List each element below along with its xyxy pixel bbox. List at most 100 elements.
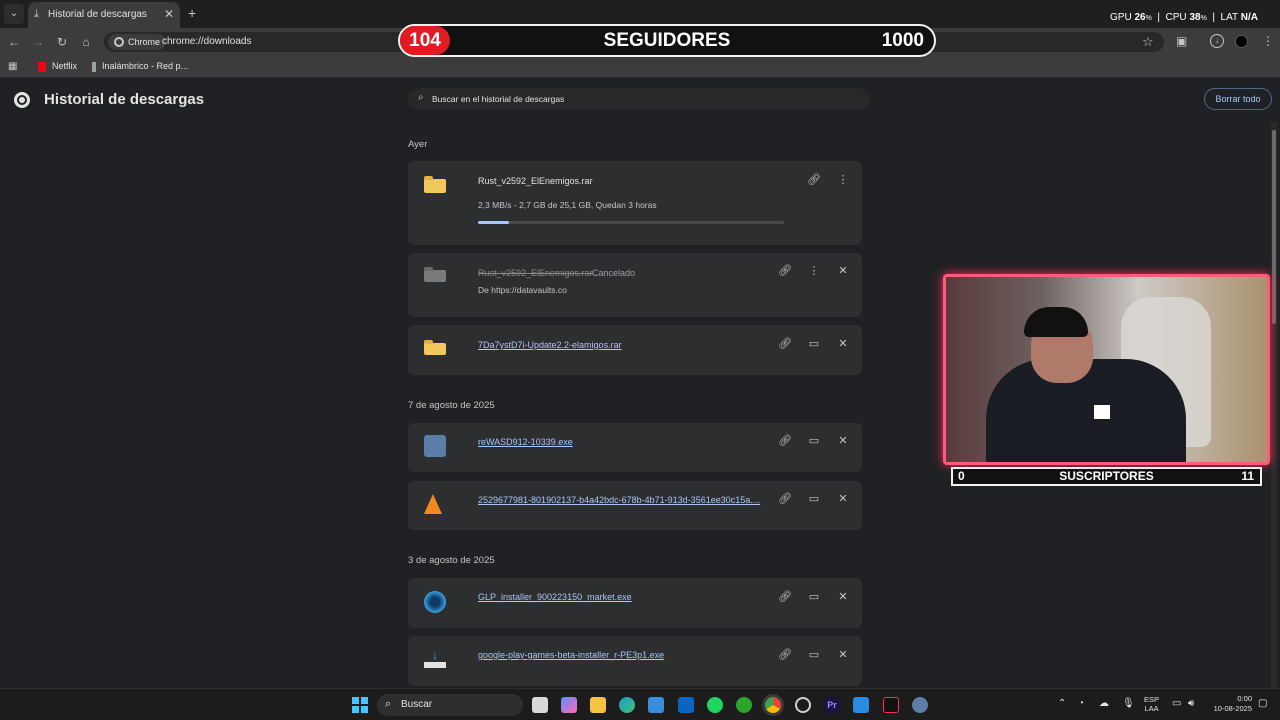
bookmark-netflix[interactable]: Netflix	[38, 61, 77, 72]
show-in-folder-icon[interactable]: ▭	[807, 337, 821, 351]
premiere-icon[interactable]: Pr	[824, 697, 840, 713]
download-progress-fill	[478, 221, 509, 224]
show-in-folder-icon[interactable]: ▭	[807, 492, 821, 506]
taskbar-search-label: Buscar	[401, 699, 433, 710]
search-icon: ⌕	[385, 698, 392, 710]
tray-app-icon[interactable]: ◔	[1078, 698, 1084, 709]
page-scrollbar-thumb[interactable]	[1272, 130, 1276, 324]
download-file-name[interactable]: Rust_v2592_ElEnemigos.rar	[478, 176, 593, 186]
chrome-taskbar-icon[interactable]	[765, 697, 781, 713]
tab-close-icon[interactable]: ✕	[164, 7, 174, 21]
url-text[interactable]: chrome://downloads	[162, 36, 252, 47]
system-clock[interactable]: 0:00 10-08-2025	[1208, 694, 1252, 714]
copy-link-icon[interactable]: 🔗︎	[778, 648, 792, 662]
file-explorer-icon[interactable]	[590, 697, 606, 713]
tray-overflow-icon[interactable]: ⌃	[1058, 698, 1066, 709]
keyboard-layout: LAA	[1144, 704, 1159, 713]
site-info-chip-label: Chrome	[128, 37, 161, 47]
remove-icon[interactable]: ✕	[836, 337, 850, 351]
store-icon[interactable]	[648, 697, 664, 713]
site-info-chip[interactable]: Chrome	[108, 34, 167, 50]
download-file-name[interactable]: 7Da7ystD7i-Update2.2-elamigos.rar	[478, 340, 622, 350]
download-progress-text: 2,3 MB/s - 2,7 GB de 25,1 GB, Quedan 3 h…	[478, 200, 657, 210]
downloads-icon[interactable]: ↓	[1210, 34, 1224, 48]
task-view-icon[interactable]	[532, 697, 548, 713]
search-icon: ⌕	[418, 92, 424, 103]
tab-search-button[interactable]: ⌄	[4, 4, 24, 24]
settings-gear-icon[interactable]	[912, 697, 928, 713]
bookmark-label: Inalámbrico - Red p...	[102, 61, 189, 71]
apps-grid-icon[interactable]: ▦	[8, 61, 17, 72]
keyboard-language[interactable]: ESP LAA	[1144, 695, 1159, 713]
folder-rar-icon	[424, 267, 446, 282]
remove-icon[interactable]: ✕	[836, 434, 850, 448]
remove-icon[interactable]: ✕	[836, 648, 850, 662]
copy-link-icon[interactable]: 🔗︎	[778, 434, 792, 448]
network-icon[interactable]: ▭	[1172, 698, 1181, 709]
glp-installer-icon	[424, 591, 446, 613]
download-file-name: Rust_v2592_ElEnemigos.rar	[478, 268, 593, 278]
tab-downloads[interactable]: ⤓ Historial de descargas ✕	[28, 2, 180, 28]
download-file-name[interactable]: GLP_installer_900223150_market.exe	[478, 592, 632, 602]
search-placeholder: Buscar en el historial de descargas	[432, 94, 565, 104]
clock-date: 10-08-2025	[1213, 704, 1252, 713]
download-item: Rust_v2592_ElEnemigos.rar 2,3 MB/s - 2,7…	[408, 161, 862, 245]
more-menu-icon[interactable]: ⋮	[1262, 34, 1274, 48]
taskbar-search-box[interactable]: ⌕ Buscar	[377, 694, 523, 716]
followers-label: SEGUIDORES	[603, 30, 731, 51]
downloads-search-input[interactable]: ⌕ Buscar en el historial de descargas	[408, 88, 870, 110]
notifications-icon[interactable]: ▢	[1258, 698, 1267, 709]
copy-link-icon[interactable]: 🔗︎	[778, 264, 792, 278]
gpu-value: 26	[1134, 12, 1146, 23]
copy-link-icon[interactable]: 🔗︎	[778, 492, 792, 506]
tiktok-icon[interactable]	[883, 697, 899, 713]
show-in-folder-icon[interactable]: ▭	[807, 434, 821, 448]
forward-icon[interactable]: →	[30, 34, 46, 50]
vlc-cone-icon	[424, 494, 442, 514]
microphone-icon[interactable]: 🎙︎	[1122, 698, 1135, 709]
volume-icon[interactable]: 🔊︎	[1188, 698, 1194, 709]
obs-icon[interactable]	[795, 697, 811, 713]
copy-link-icon[interactable]: 🔗︎	[807, 173, 821, 187]
new-tab-button[interactable]: +	[188, 5, 196, 21]
remove-icon[interactable]: ✕	[836, 590, 850, 604]
remove-icon[interactable]: ✕	[836, 264, 850, 278]
download-file-name[interactable]: google-play-games-beta-installer_r-PE3p1…	[478, 650, 664, 660]
bookmark-star-icon[interactable]: ☆	[1142, 34, 1154, 50]
clear-all-button[interactable]: Borrar todo	[1204, 88, 1272, 110]
copy-link-icon[interactable]: 🔗︎	[778, 337, 792, 351]
reload-icon[interactable]: ↻	[54, 34, 70, 50]
profile-avatar[interactable]	[1235, 35, 1248, 48]
page-icon	[92, 61, 96, 72]
xbox-icon[interactable]	[736, 697, 752, 713]
download-file-name[interactable]: 2529677981-801902137-b4a42bdc-678b-4b71-…	[478, 495, 760, 505]
download-item: GLP_installer_900223150_market.exe 🔗︎ ▭ …	[408, 578, 862, 628]
subscribers-count: 0	[958, 469, 965, 483]
extensions-icon[interactable]: ▣	[1176, 34, 1187, 48]
more-actions-icon[interactable]: ⋮	[807, 264, 821, 278]
spotify-icon[interactable]	[707, 697, 723, 713]
webcam-overlay	[943, 274, 1270, 465]
date-header: 3 de agosto de 2025	[408, 555, 495, 566]
show-in-folder-icon[interactable]: ▭	[807, 590, 821, 604]
copy-link-icon[interactable]: 🔗︎	[778, 590, 792, 604]
subscribers-label: SUSCRIPTORES	[1059, 469, 1154, 483]
download-file-name[interactable]: reWASD912-10339.exe	[478, 437, 573, 447]
cpu-value: 38	[1189, 12, 1201, 23]
performance-stats: GPU 26% | CPU 38% | LAT N/A	[1110, 12, 1258, 23]
show-in-folder-icon[interactable]: ▭	[807, 648, 821, 662]
home-icon[interactable]: ⌂	[78, 34, 94, 50]
chrome-logo-icon	[14, 92, 30, 108]
outlook-icon[interactable]	[678, 697, 694, 713]
photos-icon[interactable]	[853, 697, 869, 713]
back-icon[interactable]: ←	[6, 34, 22, 50]
remove-icon[interactable]: ✕	[836, 492, 850, 506]
copilot-icon[interactable]	[561, 697, 577, 713]
bookmarks-bar: ▦ Netflix Inalámbrico - Red p...	[0, 56, 1280, 78]
edge-icon[interactable]	[619, 697, 635, 713]
bookmark-wireless[interactable]: Inalámbrico - Red p...	[92, 61, 188, 72]
onedrive-icon[interactable]: ☁	[1099, 698, 1109, 709]
subscribers-goal: 11	[1241, 469, 1254, 483]
windows-start-icon[interactable]	[352, 697, 368, 713]
more-actions-icon[interactable]: ⋮	[836, 173, 850, 187]
